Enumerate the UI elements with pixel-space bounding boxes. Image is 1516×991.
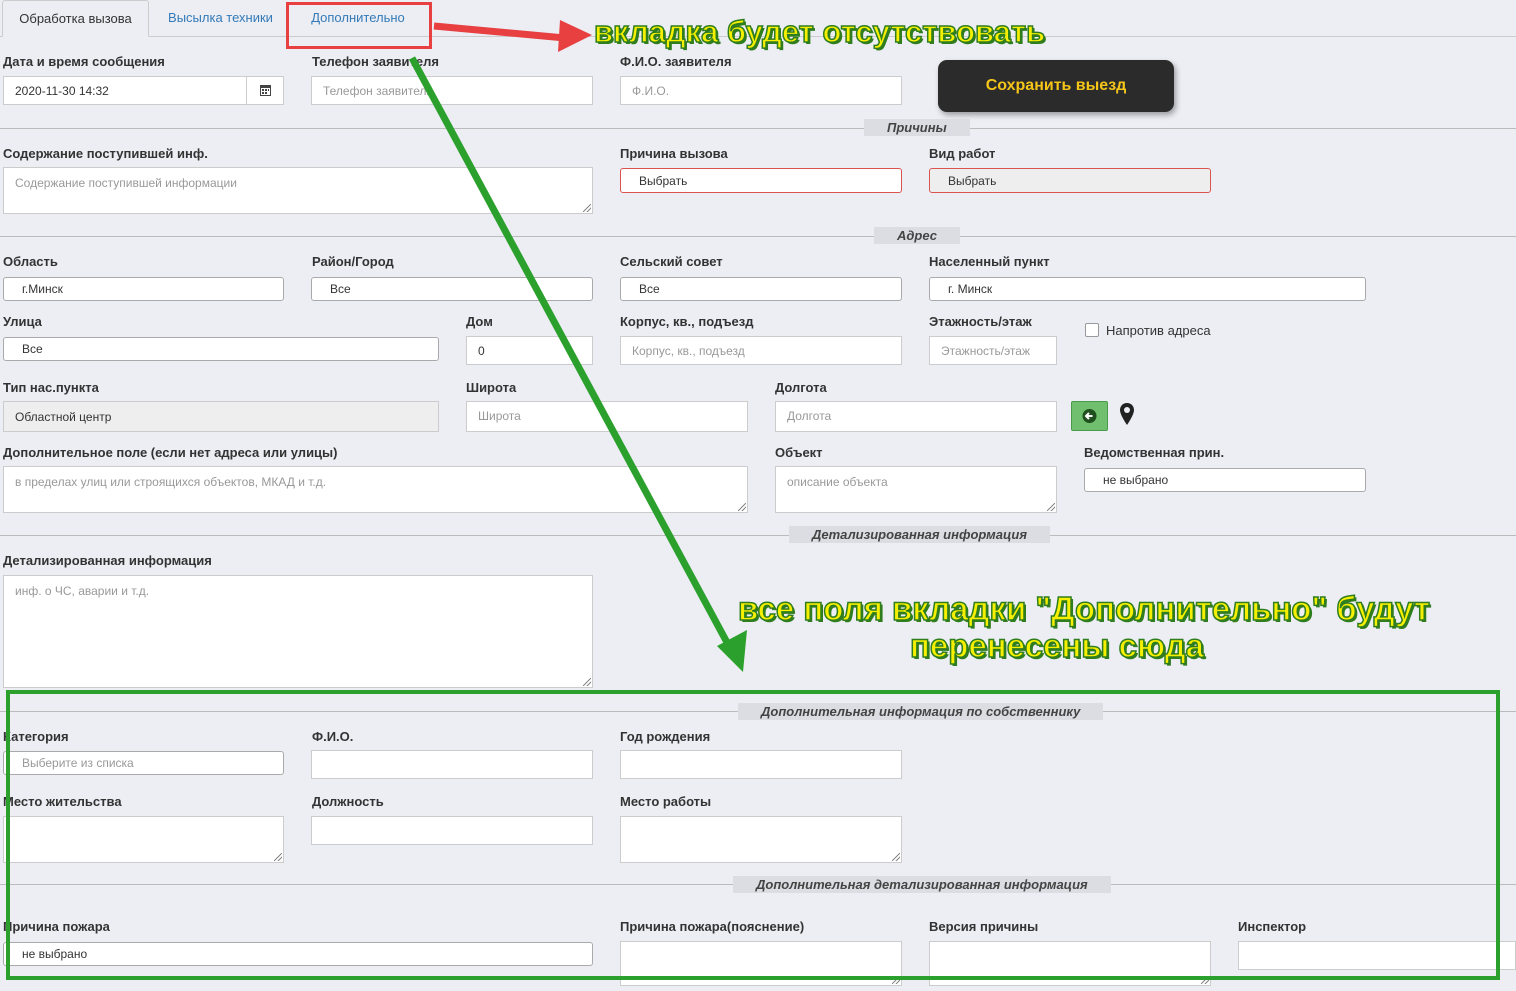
annotation-fields-note-1: все поля вкладки "Дополнительно" будут: [737, 589, 1431, 628]
annotation-tab-note: вкладка будет отсутствовать: [593, 13, 1046, 50]
annotation-arrows: [408, 20, 747, 672]
green-arrow: [408, 56, 747, 672]
annotation-fields-note-2: перенесены сюда: [909, 626, 1205, 665]
red-arrow: [433, 20, 592, 52]
